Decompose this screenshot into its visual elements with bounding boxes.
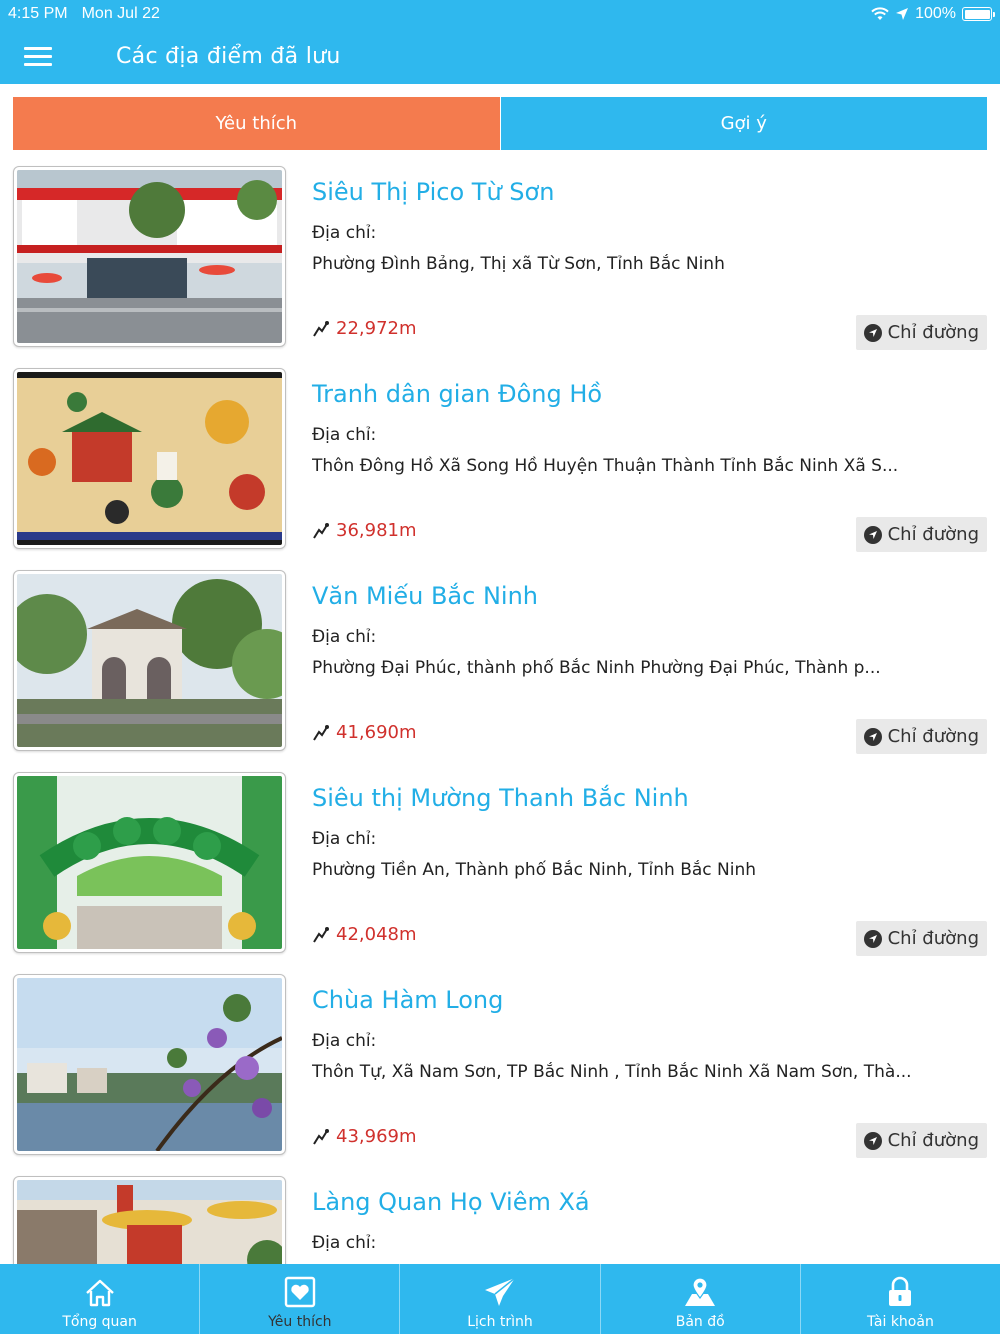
list-item[interactable]: Siêu Thị Pico Từ Sơn Địa chỉ: Phường Đìn… <box>0 166 1000 368</box>
directions-button[interactable]: Chỉ đường <box>855 517 987 552</box>
hamburger-icon <box>24 42 52 71</box>
tabbar-item-favorites[interactable]: Yêu thích <box>200 1264 401 1334</box>
navigation-arrow-icon <box>863 525 882 544</box>
menu-button[interactable] <box>0 28 76 84</box>
address-label: Địa chỉ: <box>312 1233 377 1253</box>
heart-icon <box>284 1276 315 1308</box>
directions-button[interactable]: Chỉ đường <box>855 1123 987 1158</box>
route-icon <box>313 926 329 943</box>
tabbar-item-schedule[interactable]: Lịch trình <box>400 1264 601 1334</box>
wifi-icon <box>871 7 889 20</box>
place-thumbnail <box>13 368 286 549</box>
route-icon <box>313 1128 329 1145</box>
segmented-tabs: Yêu thích Gợi ý <box>13 97 987 150</box>
route-icon <box>313 320 329 337</box>
address-label: Địa chỉ: <box>312 627 377 647</box>
bottom-tab-bar: Tổng quan Yêu thích Lịch trình Bản đồ Tà… <box>0 1264 1000 1334</box>
map-pin-icon <box>685 1277 716 1306</box>
status-bar: 4:15 PM Mon Jul 22 100% <box>0 0 1000 28</box>
distance: 43,969m <box>312 1126 417 1147</box>
battery-percent: 100% <box>915 5 956 22</box>
status-right: 100% <box>871 5 995 23</box>
tabbar-label: Bản đồ <box>675 1314 725 1330</box>
tabbar-item-overview[interactable]: Tổng quan <box>0 1264 201 1334</box>
list-item[interactable]: Tranh dân gian Đông Hồ Địa chỉ: Thôn Đôn… <box>0 368 1000 570</box>
directions-label: Chỉ đường <box>887 928 979 949</box>
lock-icon <box>889 1276 912 1306</box>
paper-plane-icon <box>485 1277 516 1306</box>
place-list: Siêu Thị Pico Từ Sơn Địa chỉ: Phường Đìn… <box>0 166 1000 1334</box>
tab-favorites[interactable]: Yêu thích <box>13 97 501 150</box>
directions-label: Chỉ đường <box>887 524 979 545</box>
tabbar-item-account[interactable]: Tài khoản <box>801 1264 1000 1334</box>
navigation-arrow-icon <box>863 929 882 948</box>
route-icon <box>313 724 329 741</box>
place-name[interactable]: Tranh dân gian Đông Hồ <box>312 380 602 408</box>
distance: 42,048m <box>312 924 417 945</box>
address-label: Địa chỉ: <box>312 223 377 243</box>
place-name[interactable]: Siêu Thị Pico Từ Sơn <box>312 178 554 206</box>
distance-value: 43,969m <box>336 1126 417 1147</box>
distance: 36,981m <box>312 520 417 541</box>
nav-bar: Các địa điểm đã lưu <box>0 28 1000 84</box>
home-icon <box>85 1279 114 1307</box>
address-value: Thôn Đông Hồ Xã Song Hồ Huyện Thuận Thàn… <box>312 456 899 476</box>
list-item[interactable]: Văn Miếu Bắc Ninh Địa chỉ: Phường Đại Ph… <box>0 570 1000 772</box>
place-name[interactable]: Làng Quan Họ Viêm Xá <box>312 1188 590 1216</box>
place-thumbnail <box>13 166 286 347</box>
place-thumbnail <box>13 772 286 953</box>
distance-value: 22,972m <box>336 318 417 339</box>
list-item[interactable]: Chùa Hàm Long Địa chỉ: Thôn Tự, Xã Nam S… <box>0 974 1000 1176</box>
directions-button[interactable]: Chỉ đường <box>855 719 987 754</box>
status-time: 4:15 PM <box>8 5 68 22</box>
place-thumbnail <box>13 974 286 1155</box>
distance: 41,690m <box>312 722 417 743</box>
address-value: Phường Đình Bảng, Thị xã Từ Sơn, Tỉnh Bắ… <box>312 254 725 274</box>
address-label: Địa chỉ: <box>312 1031 377 1051</box>
page-title: Các địa điểm đã lưu <box>116 43 341 69</box>
tabbar-label: Yêu thích <box>268 1314 332 1330</box>
navigation-arrow-icon <box>863 727 882 746</box>
distance-value: 42,048m <box>336 924 417 945</box>
directions-button[interactable]: Chỉ đường <box>855 921 987 956</box>
place-name[interactable]: Văn Miếu Bắc Ninh <box>312 582 538 610</box>
address-value: Phường Đại Phúc, thành phố Bắc Ninh Phườ… <box>312 658 881 678</box>
tabbar-label: Lịch trình <box>467 1314 533 1330</box>
distance-value: 36,981m <box>336 520 417 541</box>
address-value: Phường Tiền An, Thành phố Bắc Ninh, Tỉnh… <box>312 860 757 880</box>
battery-icon <box>962 7 995 21</box>
tabbar-label: Tổng quan <box>62 1314 137 1330</box>
place-name[interactable]: Siêu thị Mường Thanh Bắc Ninh <box>312 784 689 812</box>
navigation-arrow-icon <box>863 323 882 342</box>
address-label: Địa chỉ: <box>312 425 377 445</box>
directions-label: Chỉ đường <box>887 1130 979 1151</box>
directions-label: Chỉ đường <box>887 726 979 747</box>
address-value: Thôn Tự, Xã Nam Sơn, TP Bắc Ninh , Tỉnh … <box>312 1062 912 1082</box>
directions-button[interactable]: Chỉ đường <box>855 315 987 350</box>
place-name[interactable]: Chùa Hàm Long <box>312 986 503 1014</box>
address-label: Địa chỉ: <box>312 829 377 849</box>
status-date: Mon Jul 22 <box>81 5 160 22</box>
distance-value: 41,690m <box>336 722 417 743</box>
distance: 22,972m <box>312 318 417 339</box>
place-thumbnail <box>13 570 286 751</box>
list-item[interactable]: Siêu thị Mường Thanh Bắc Ninh Địa chỉ: P… <box>0 772 1000 974</box>
tabbar-item-map[interactable]: Bản đồ <box>601 1264 801 1334</box>
route-icon <box>313 522 329 539</box>
navigation-arrow-icon <box>863 1131 882 1150</box>
directions-label: Chỉ đường <box>887 322 979 343</box>
tabbar-label: Tài khoản <box>866 1314 934 1330</box>
tab-suggestions[interactable]: Gợi ý <box>500 97 987 150</box>
location-arrow-icon <box>896 8 909 20</box>
